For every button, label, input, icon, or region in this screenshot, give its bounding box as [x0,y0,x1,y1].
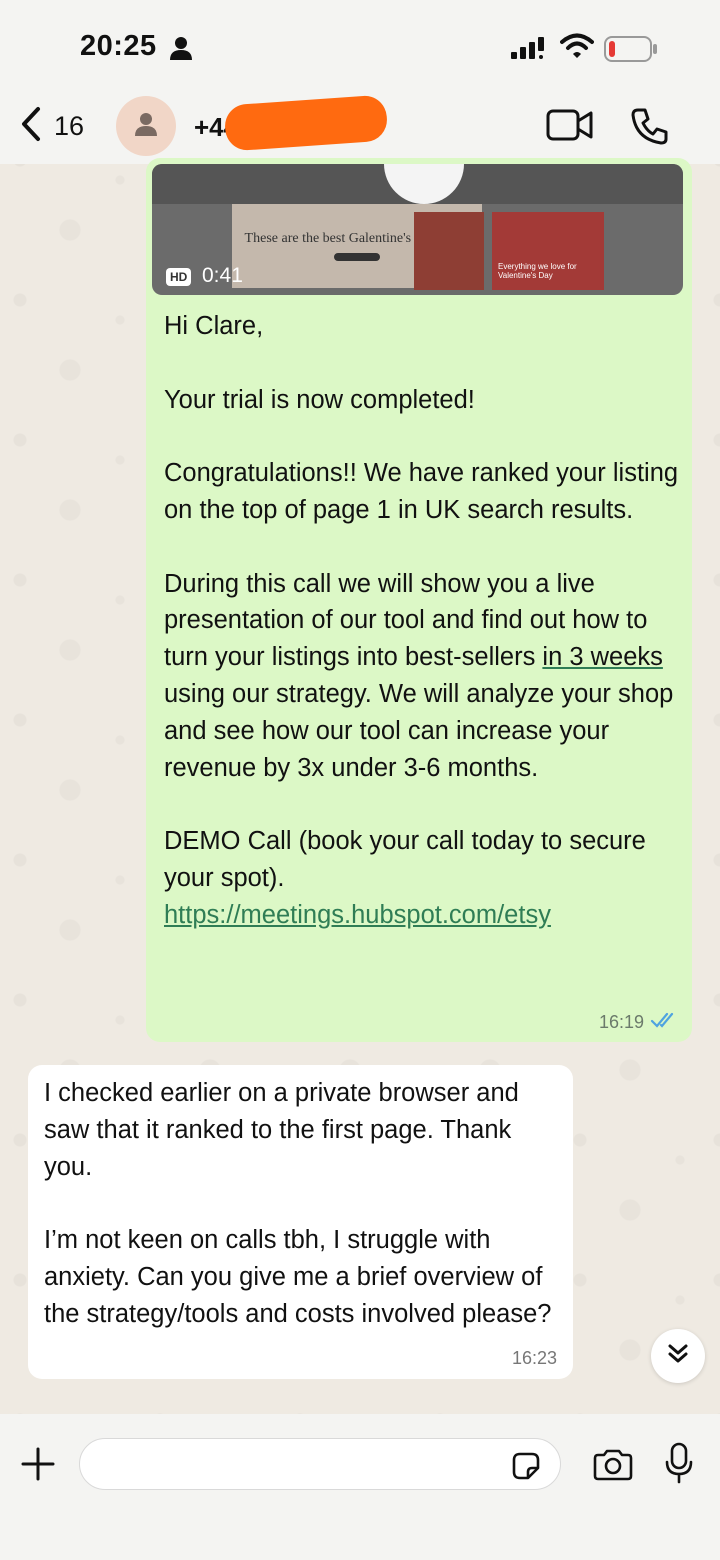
message-input-bar [0,1414,720,1560]
phone-call-icon[interactable] [630,106,670,151]
hd-badge: HD [166,268,192,286]
video-duration: 0:41 [202,264,243,287]
camera-icon[interactable] [592,1448,634,1487]
video-card-button [334,253,380,261]
underlined-phrase[interactable]: in 3 weeks [542,643,662,671]
wifi-icon [560,33,594,64]
avatar-icon [135,112,157,141]
outgoing-meta: 16:19 [599,1011,678,1034]
scroll-to-bottom-button[interactable] [651,1329,705,1383]
contact-avatar[interactable] [116,96,176,156]
video-thumbnail[interactable]: These are the best Galentine's Day finds… [152,164,683,295]
outgoing-time: 16:19 [598,1012,644,1032]
battery-icon [604,36,658,67]
incoming-time: 16:23 [511,1348,557,1368]
outgoing-message-text: Hi Clare, Your trial is now completed! C… [164,308,684,934]
incoming-message-text: I checked earlier on a private browser a… [44,1079,552,1328]
video-preview-photo [414,212,484,290]
message-text-part: Hi Clare, Your trial is now completed! C… [164,312,679,672]
incoming-message[interactable]: I checked earlier on a private browser a… [28,1065,573,1379]
outgoing-message[interactable]: These are the best Galentine's Day finds… [146,158,692,1042]
chat-header: 16 +44 909 [0,92,720,164]
signal-icon [510,36,546,65]
person-icon [170,36,192,65]
status-bar: 20:25 [0,0,720,92]
chevron-left-icon [20,106,42,147]
meeting-link[interactable]: https://meetings.hubspot.com/etsy [164,897,684,934]
video-overlay-text: Everything we love for Valentine's Day [498,262,577,280]
double-check-icon [650,1011,678,1034]
video-preview-photo: Everything we love for Valentine's Day [492,212,604,290]
redaction-scribble [223,94,389,152]
unread-count: 16 [54,111,85,141]
microphone-icon[interactable] [664,1442,694,1489]
status-time: 20:25 [80,30,157,62]
message-text-part: using our strategy. We will analyze your… [164,679,674,892]
chevron-double-down-icon [665,1341,691,1372]
plus-icon[interactable] [20,1446,56,1487]
sticker-icon[interactable] [510,1450,542,1487]
back-button[interactable]: 16 [20,106,84,147]
video-call-icon[interactable] [546,108,594,147]
message-input[interactable] [79,1438,561,1490]
